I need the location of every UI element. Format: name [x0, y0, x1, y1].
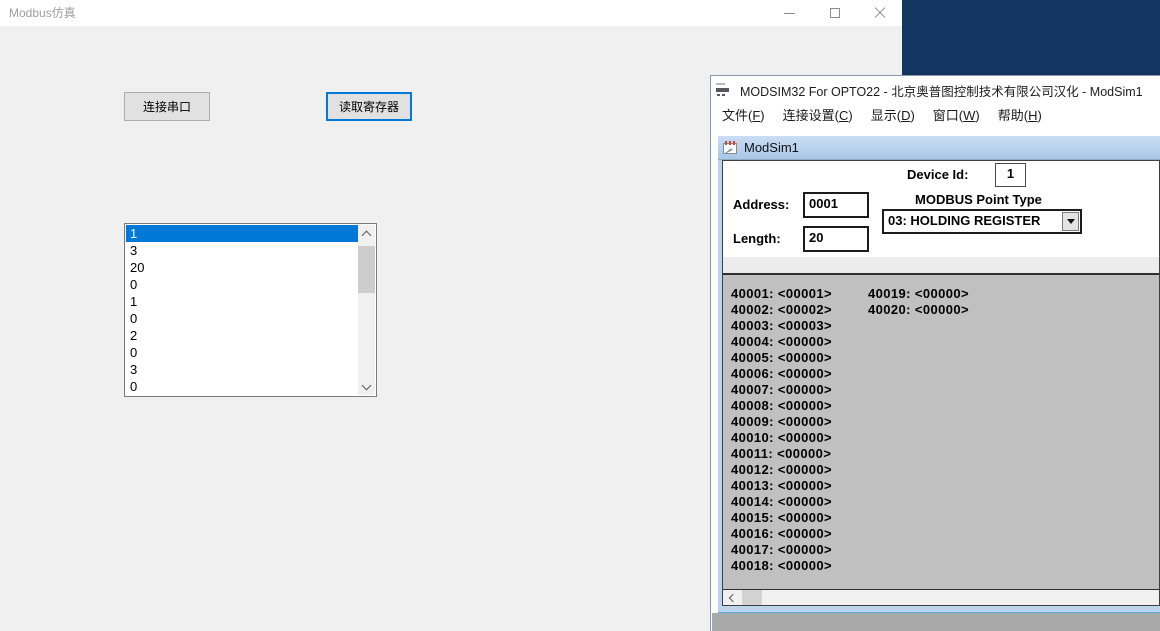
register-row[interactable]: 40018: <00000> — [731, 558, 832, 574]
register-row[interactable]: 40019: <00000> — [868, 286, 969, 302]
list-item[interactable]: 0 — [126, 378, 358, 395]
scroll-down-button[interactable] — [358, 378, 375, 395]
chevron-up-icon — [362, 230, 372, 240]
minimize-button[interactable] — [767, 0, 812, 26]
register-row[interactable]: 40015: <00000> — [731, 510, 832, 526]
list-item[interactable]: 1 — [126, 293, 358, 310]
list-item[interactable]: 0 — [126, 310, 358, 327]
register-row[interactable]: 40010: <00000> — [731, 430, 832, 446]
register-row[interactable]: 40012: <00000> — [731, 462, 832, 478]
list-item[interactable]: 0 — [126, 276, 358, 293]
read-registers-button[interactable]: 读取寄存器 — [326, 92, 412, 121]
register-row[interactable]: 40020: <00000> — [868, 302, 969, 318]
minimize-icon — [784, 13, 795, 14]
list-item[interactable]: 0 — [126, 344, 358, 361]
register-row[interactable]: 40002: <00002> — [731, 302, 832, 318]
mdi-background — [712, 613, 1160, 631]
device-id-label: Device Id: — [907, 167, 968, 182]
register-row[interactable]: 40013: <00000> — [731, 478, 832, 494]
scroll-up-button[interactable] — [358, 225, 375, 242]
value-listbox[interactable]: 13200102030 — [124, 223, 377, 397]
register-row[interactable]: 40007: <00000> — [731, 382, 832, 398]
address-label: Address: — [733, 197, 789, 212]
point-type-label: MODBUS Point Type — [915, 192, 1042, 207]
modsim1-title: ModSim1 — [744, 140, 799, 155]
chevron-left-icon — [729, 593, 737, 601]
length-label: Length: — [733, 231, 781, 246]
list-item[interactable]: 3 — [126, 361, 358, 378]
window-controls — [767, 0, 902, 26]
desktop: { "colors": { "desktop": "#12365f", "sel… — [0, 0, 1160, 631]
list-item[interactable]: 2 — [126, 327, 358, 344]
window-title: Modbus仿真 — [9, 0, 76, 26]
maximize-icon — [830, 8, 840, 18]
menu-item[interactable]: 帮助(H) — [989, 104, 1051, 128]
modsim-window-title: MODSIM32 For OPTO22 - 北京奥普图控制技术有限公司汉化 - … — [740, 81, 1143, 100]
register-row[interactable]: 40017: <00000> — [731, 542, 832, 558]
modsim1-titlebar[interactable]: ModSim1 — [718, 136, 1160, 160]
register-column-1: 40001: <00001>40002: <00002>40003: <0000… — [731, 286, 832, 574]
length-field[interactable]: 20 — [803, 226, 869, 252]
register-row[interactable]: 40006: <00000> — [731, 366, 832, 382]
child-bottom-edge — [718, 612, 1160, 613]
horizontal-scrollbar[interactable] — [723, 590, 1159, 605]
device-id-field[interactable]: 1 — [995, 163, 1026, 187]
menu-item[interactable]: 窗口(W) — [924, 104, 989, 128]
modsim-app-icon — [715, 82, 733, 98]
register-row[interactable]: 40005: <00000> — [731, 350, 832, 366]
modsim-form: Device Id: 1 Address: 0001 MODBUS Point … — [723, 161, 1159, 257]
dropdown-arrow-icon — [1067, 219, 1075, 224]
register-display: 40001: <00001>40002: <00002>40003: <0000… — [723, 273, 1159, 590]
connect-serial-button[interactable]: 连接串口 — [124, 92, 210, 121]
scroll-left-button[interactable] — [723, 590, 740, 605]
modsim1-content: Device Id: 1 Address: 0001 MODBUS Point … — [722, 160, 1160, 606]
dropdown-button[interactable] — [1062, 212, 1079, 231]
menu-item[interactable]: 连接设置(C) — [774, 104, 862, 128]
register-row[interactable]: 40014: <00000> — [731, 494, 832, 510]
point-type-dropdown[interactable]: 03: HOLDING REGISTER — [882, 209, 1082, 234]
address-field[interactable]: 0001 — [803, 192, 869, 218]
main-titlebar[interactable]: Modbus仿真 — [0, 0, 902, 26]
maximize-button[interactable] — [812, 0, 857, 26]
register-row[interactable]: 40011: <00000> — [731, 446, 832, 462]
register-row[interactable]: 40009: <00000> — [731, 414, 832, 430]
listbox-scrollbar[interactable] — [358, 225, 375, 395]
list-item[interactable]: 3 — [126, 242, 358, 259]
modsim1-doc-icon — [723, 141, 738, 155]
modsim32-window: MODSIM32 For OPTO22 - 北京奥普图控制技术有限公司汉化 - … — [710, 75, 1160, 631]
register-row[interactable]: 40004: <00000> — [731, 334, 832, 350]
register-row[interactable]: 40001: <00001> — [731, 286, 832, 302]
list-item[interactable]: 1 — [126, 225, 358, 242]
form-separator — [723, 257, 1159, 273]
register-row[interactable]: 40016: <00000> — [731, 526, 832, 542]
register-column-2: 40019: <00000>40020: <00000> — [868, 286, 969, 318]
modsim-menubar: 文件(F)连接设置(C)显示(D)窗口(W)帮助(H) — [713, 104, 1160, 128]
register-row[interactable]: 40003: <00003> — [731, 318, 832, 334]
menu-item[interactable]: 显示(D) — [862, 104, 924, 128]
modsim1-child-window: ModSim1 Device Id: 1 Address: 0001 MODBU… — [718, 136, 1160, 612]
close-button[interactable] — [857, 0, 902, 26]
close-icon — [874, 7, 886, 19]
mdi-workspace: ModSim1 Device Id: 1 Address: 0001 MODBU… — [712, 128, 1160, 631]
list-item[interactable]: 20 — [126, 259, 358, 276]
listbox-items: 13200102030 — [126, 225, 358, 395]
scroll-thumb[interactable] — [358, 246, 375, 293]
menu-item[interactable]: 文件(F) — [713, 104, 774, 128]
horizontal-scroll-thumb[interactable] — [742, 590, 762, 605]
register-row[interactable]: 40008: <00000> — [731, 398, 832, 414]
modsim-titlebar[interactable]: MODSIM32 For OPTO22 - 北京奥普图控制技术有限公司汉化 - … — [711, 76, 1160, 104]
point-type-value: 03: HOLDING REGISTER — [888, 213, 1040, 228]
chevron-down-icon — [362, 380, 372, 390]
